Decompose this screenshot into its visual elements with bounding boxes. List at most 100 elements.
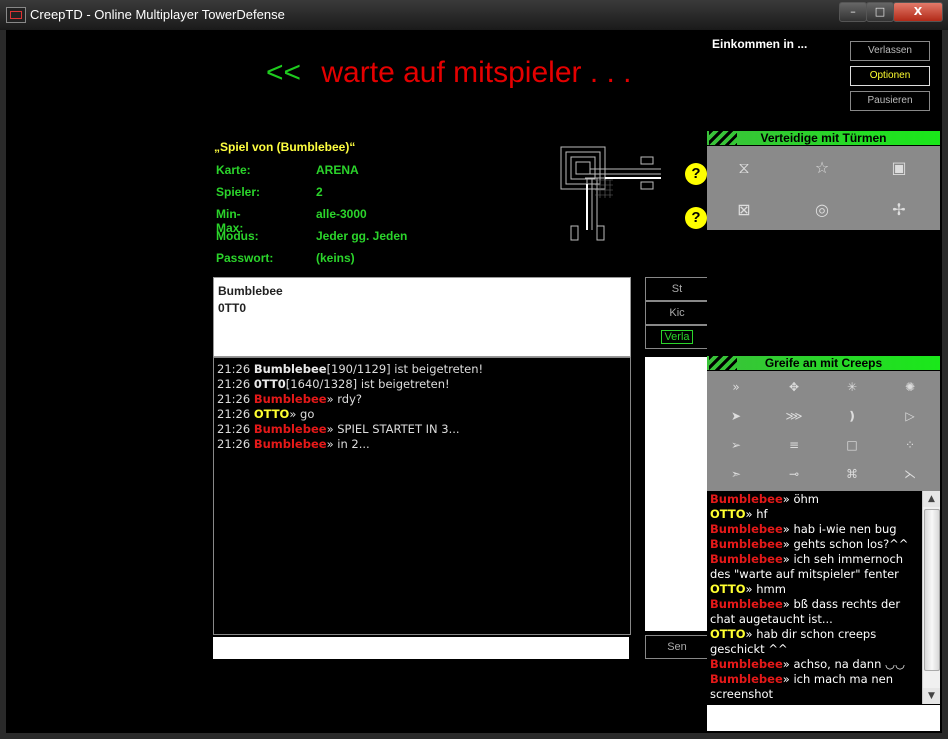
chat-line: Bumblebee» gehts schon los?^^ [710,537,908,551]
scroll-up-icon[interactable]: ▲ [923,491,940,507]
player-slot-2-icon: ? [685,207,707,229]
send-button[interactable]: Sen [645,635,709,659]
chat-line: Bumblebee» öhm [710,492,819,506]
chat-line: OTTO» hab dir schon creeps [710,627,876,641]
chat-text: screenshot [710,687,774,701]
chat-text: » bß dass rechts der [782,597,901,611]
title-bar[interactable]: CreepTD - Online Multiplayer TowerDefens… [0,0,948,30]
chat-text: chat augetaucht ist... [710,612,833,626]
income-label: Einkommen in ... [712,37,808,51]
burst-icon[interactable]: ✺ [891,373,929,401]
player-name[interactable]: 0TT0 [218,301,630,315]
close-button[interactable]: X [893,2,943,22]
chat-text: » öhm [782,492,819,506]
start-button[interactable]: St [645,277,709,301]
dart-icon[interactable]: ➢ [717,431,755,459]
chat-name: 0TT0 [253,377,286,391]
game-chat-input[interactable] [707,705,940,731]
square-icon[interactable]: □ [833,431,871,459]
chat-text: » achso, na dann ◡◡ [782,657,906,671]
chat-scrollbar[interactable]: ▲ ▼ [922,491,940,704]
app-icon [6,7,26,23]
chat-time: 21:26 [217,422,251,436]
pause-button[interactable]: Pausieren [850,91,930,111]
waiting-arrows: << [266,56,302,89]
info-value: (keins) [316,251,355,265]
minimize-button[interactable]: – [839,2,867,22]
info-label: Karte: [216,163,251,177]
arrow-head-icon[interactable]: ➤ [717,402,755,430]
player-list: Bumblebee 0TT0 [213,277,631,357]
chat-line: 21:26 0TT0[1640/1328] ist beigetreten! [217,377,450,391]
lobby-chat-input[interactable] [213,637,629,659]
spider-icon[interactable]: ⌘ [833,460,871,488]
circle-arrow-icon[interactable]: ⊸ [775,460,813,488]
info-value: Jeder gg. Jeden [316,229,408,243]
chat-line: 21:26 Bumblebee» rdy? [217,392,362,406]
x-box-icon[interactable]: ⊠ [725,196,763,224]
chat-line: OTTO» hf [710,507,768,521]
ring-target-icon[interactable]: ◎ [803,196,841,224]
chat-text: » hmm [745,582,786,596]
game-window: CreepTD - Online Multiplayer TowerDefens… [0,0,948,739]
chat-name: Bumblebee [253,392,327,406]
chat-name: Bumblebee [253,437,327,451]
fork-icon[interactable]: ⋋ [891,460,929,488]
chat-text: » hf [745,507,768,521]
chat-line: Bumblebee» ich mach ma nen [710,672,893,686]
leave-lobby-button[interactable]: Verla [645,325,709,349]
player-name[interactable]: Bumblebee [218,284,630,298]
asterisk-icon[interactable]: ✳ [833,373,871,401]
chat-line: geschickt ^^ [710,642,788,656]
chat-time: 21:26 [217,362,251,376]
chat-line: screenshot [710,687,773,701]
plus-cross-icon[interactable]: ✥ [775,373,813,401]
game-chat-log: Bumblebee» öhm OTTO» hf Bumblebee» hab i… [707,491,921,703]
leave-button[interactable]: Verlassen [850,41,930,61]
heading-stripes [709,131,737,145]
chat-text: » go [289,407,315,421]
window-frame-right [942,30,948,739]
chat-line: Bumblebee» hab i-wie nen bug [710,522,897,536]
star-icon[interactable]: ☆ [803,154,841,182]
leave-lobby-label: Verla [661,330,693,344]
map-preview [560,146,661,241]
triangle-icon[interactable]: ▷ [891,402,929,430]
scroll-down-icon[interactable]: ▼ [923,688,940,704]
dots-icon[interactable]: ⁘ [891,431,929,459]
hourglass-icon[interactable]: ⧖ [725,154,763,182]
info-label: Modus: [216,229,259,243]
towers-heading-label: Verteidige mit Türmen [760,131,887,145]
chat-name: Bumblebee [253,362,327,376]
chat-name: OTTO [710,507,746,521]
small-arrow-icon[interactable]: ➣ [717,460,755,488]
lobby-chat-log: 21:26 Bumblebee[190/1129] ist beigetrete… [213,357,631,635]
chat-time: 21:26 [217,437,251,451]
scroll-thumb[interactable] [924,509,940,671]
compass-icon[interactable]: ✢ [880,196,918,224]
square-target-icon[interactable]: ▣ [880,154,918,182]
chat-line: Bumblebee» ich seh immernoch [710,552,903,566]
info-value: 2 [316,185,323,199]
info-label: Passwort: [216,251,274,265]
options-button[interactable]: Optionen [850,66,930,86]
window-frame-bottom [0,733,948,739]
lines-icon[interactable]: ≡ [775,431,813,459]
waiting-banner: << warte auf mitspieler . . . [266,56,632,90]
chat-name: OTTO [710,627,746,641]
maximize-button[interactable]: □ [866,2,894,22]
double-bracket-icon[interactable]: ❫ [833,402,871,430]
chat-line: des "warte auf mitspieler" fenter [710,567,899,581]
chat-line: chat augetaucht ist... [710,612,833,626]
chat-line: Bumblebee» achso, na dann ◡◡ [710,657,905,671]
fish-icon[interactable]: ⋙ [775,402,813,430]
chat-name: Bumblebee [710,552,783,566]
lobby-side-list [645,357,709,631]
chat-text: des "warte auf mitspieler" fenter [710,567,899,581]
chat-text: » gehts schon los?^^ [782,537,909,551]
chat-text: » rdy? [326,392,362,406]
double-chevron-icon[interactable]: » [717,373,755,401]
lobby-buttons: St Kic Verla [645,277,709,351]
chat-name: Bumblebee [710,492,783,506]
kick-button[interactable]: Kic [645,301,709,325]
